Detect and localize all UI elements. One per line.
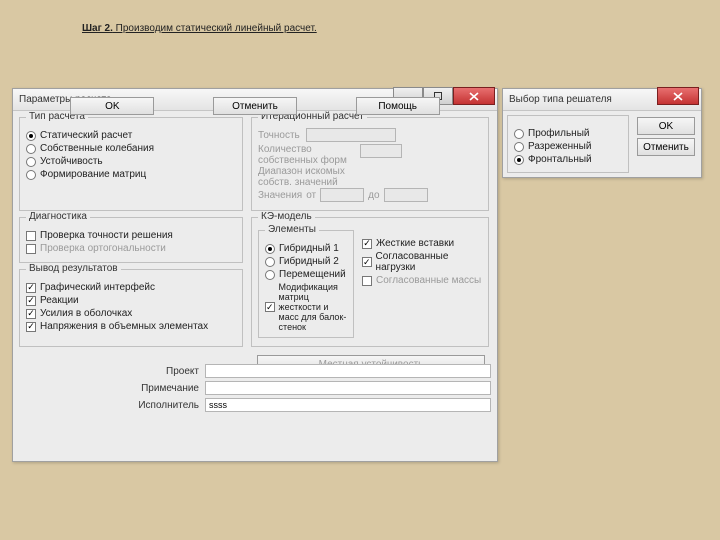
- group-output: Вывод результатов Графический интерфейс …: [19, 269, 243, 347]
- to-label: до: [368, 190, 379, 201]
- radio-matrices[interactable]: Формирование матриц: [26, 169, 236, 180]
- ok-button[interactable]: OK: [70, 97, 154, 115]
- check-consistent-loads[interactable]: Согласованные нагрузки: [362, 251, 482, 273]
- to-field: [384, 188, 428, 202]
- check-graphic[interactable]: Графический интерфейс: [26, 282, 236, 293]
- main-window: Параметры расчета Тип расчета Статически…: [12, 88, 498, 462]
- radio-hybrid1[interactable]: Гибридный 1: [265, 243, 347, 254]
- radio-eigen[interactable]: Собственные колебания: [26, 143, 236, 154]
- from-field: [320, 188, 364, 202]
- step-label: Шаг 2.: [82, 23, 113, 34]
- precision-label: Точность: [258, 130, 300, 141]
- check-rigid-inserts[interactable]: Жесткие вставки: [362, 238, 482, 249]
- note-field[interactable]: [205, 381, 491, 395]
- project-label: Проект: [19, 366, 199, 377]
- project-field[interactable]: [205, 364, 491, 378]
- note-label: Примечание: [19, 383, 199, 394]
- check-modification[interactable]: Модификация матриц жесткости и масс для …: [265, 282, 347, 332]
- values-label: Значения: [258, 190, 302, 201]
- check-consistent-masses: Согласованные массы: [362, 275, 482, 286]
- step-caption: Производим статический линейный расчет.: [113, 23, 317, 34]
- group-elements-title: Элементы: [265, 224, 319, 235]
- exec-field[interactable]: ssss: [205, 398, 491, 412]
- group-solver-types: Профильный Разреженный Фронтальный: [507, 115, 629, 173]
- group-elements: Элементы Гибридный 1 Гибридный 2 Перемещ…: [258, 230, 354, 338]
- check-shell[interactable]: Усилия в оболочках: [26, 308, 236, 319]
- check-orthogonality: Проверка ортогональности: [26, 243, 236, 254]
- radio-stability[interactable]: Устойчивость: [26, 156, 236, 167]
- group-kemodel: КЭ-модель Элементы Гибридный 1 Гибридный…: [251, 217, 489, 347]
- group-diag-title: Диагностика: [26, 211, 90, 222]
- group-kemodel-title: КЭ-модель: [258, 211, 315, 222]
- group-iter: Итерационный расчет Точность Количество …: [251, 117, 489, 211]
- solver-window: Выбор типа решателя Профильный Разреженн…: [502, 88, 702, 178]
- solver-close-button[interactable]: [657, 87, 699, 105]
- solver-titlebar[interactable]: Выбор типа решателя: [503, 89, 701, 111]
- group-diag: Диагностика Проверка точности решения Пр…: [19, 217, 243, 263]
- exec-label: Исполнитель: [19, 400, 199, 411]
- group-output-title: Вывод результатов: [26, 263, 121, 274]
- range-label: Диапазон искомых собств. значений: [258, 166, 354, 188]
- check-volume[interactable]: Напряжения в объемных элементах: [26, 321, 236, 332]
- precision-field: [306, 128, 396, 142]
- group-calc-type: Тип расчета Статический расчет Собственн…: [19, 117, 243, 211]
- solver-ok-button[interactable]: OK: [637, 117, 695, 135]
- help-button[interactable]: Помощь: [356, 97, 440, 115]
- count-label: Количество собственных форм: [258, 144, 354, 166]
- check-accuracy[interactable]: Проверка точности решения: [26, 230, 236, 241]
- solver-title: Выбор типа решателя: [509, 94, 612, 105]
- radio-displacement[interactable]: Перемещений: [265, 269, 347, 280]
- radio-static[interactable]: Статический расчет: [26, 130, 236, 141]
- cancel-button[interactable]: Отменить: [213, 97, 297, 115]
- radio-hybrid2[interactable]: Гибридный 2: [265, 256, 347, 267]
- count-field: [360, 144, 402, 158]
- radio-sparse[interactable]: Разреженный: [514, 141, 622, 152]
- from-label: от: [306, 190, 316, 201]
- page-header: Шаг 2. Производим статический линейный р…: [82, 16, 317, 36]
- check-reactions[interactable]: Реакции: [26, 295, 236, 306]
- radio-profile[interactable]: Профильный: [514, 128, 622, 139]
- solver-cancel-button[interactable]: Отменить: [637, 138, 695, 156]
- radio-frontal[interactable]: Фронтальный: [514, 154, 622, 165]
